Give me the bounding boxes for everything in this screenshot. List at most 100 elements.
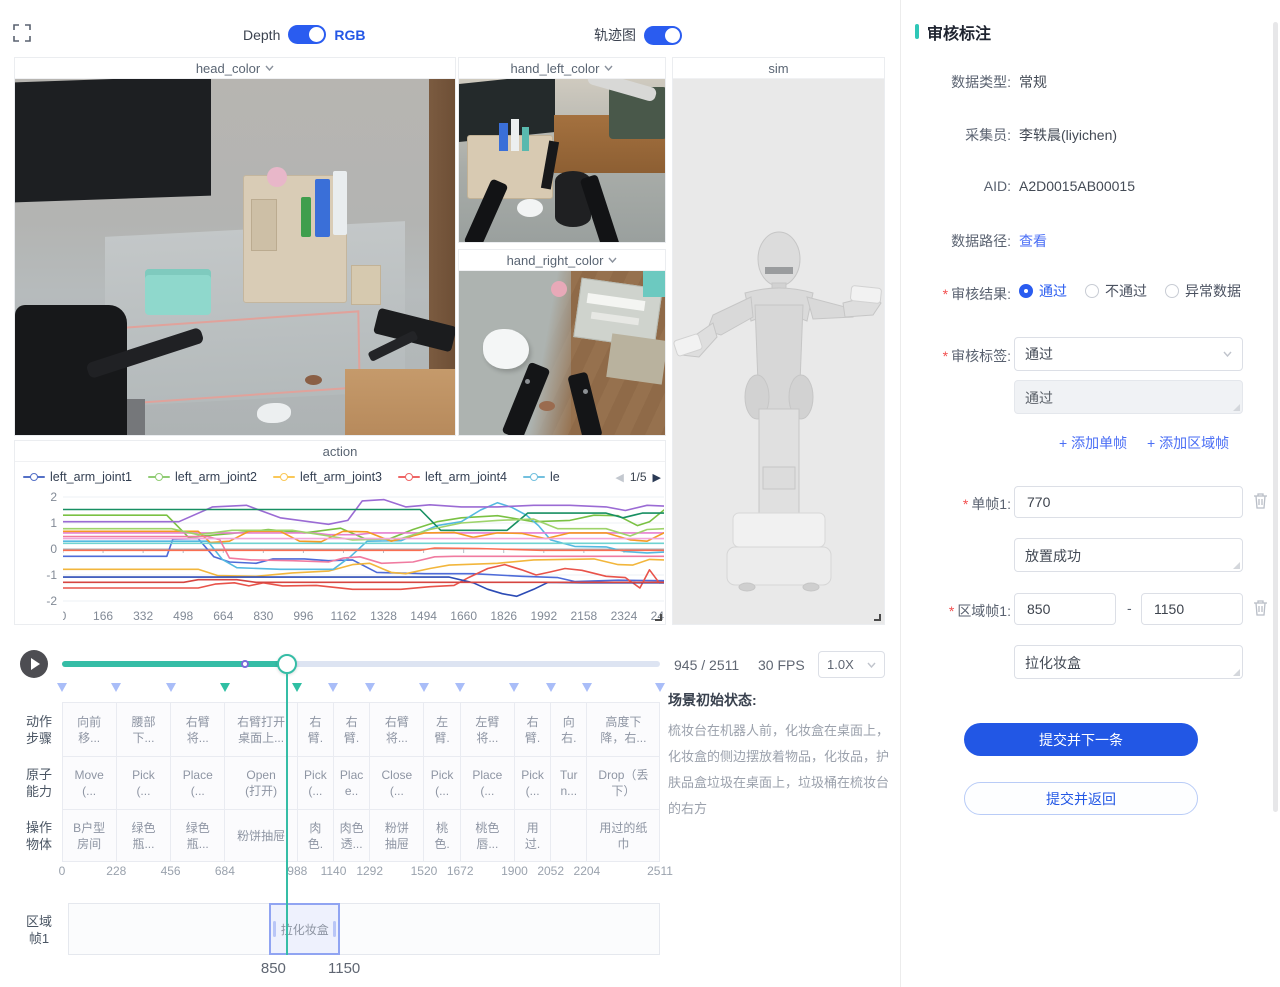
- table-cell[interactable]: Close(...: [369, 756, 424, 810]
- scene-state-body: 梳妆台在机器人前，化妆盒在桌面上，化妆盒的侧边摆放着物品，化妆品，护肤品盒垃圾在…: [668, 718, 892, 822]
- table-cell[interactable]: Pick(...: [297, 756, 334, 810]
- timeline-marker[interactable]: [546, 683, 556, 692]
- legend-next-icon[interactable]: ▶: [653, 471, 661, 484]
- add-single-frame-link[interactable]: + 添加单帧: [1059, 433, 1127, 453]
- timeline-marker[interactable]: [111, 683, 121, 692]
- fullscreen-icon[interactable]: [13, 24, 31, 42]
- y-tick-label: 0: [19, 542, 57, 556]
- sidebar-scrollbar[interactable]: [1273, 22, 1278, 812]
- table-cell[interactable]: 桃色唇...: [460, 809, 515, 862]
- timeline-marker[interactable]: [655, 683, 665, 692]
- table-cell[interactable]: 右臂.: [514, 702, 551, 757]
- legend-item[interactable]: le: [523, 470, 560, 484]
- single-frame-input[interactable]: 770: [1014, 486, 1243, 518]
- region-segment[interactable]: 拉化妆盒: [269, 903, 340, 955]
- resize-handle-icon[interactable]: [874, 614, 881, 621]
- head-camera-title[interactable]: head_color: [15, 58, 455, 79]
- trajectory-toggle[interactable]: [644, 26, 682, 45]
- timeline-marker[interactable]: [292, 683, 302, 692]
- table-cell[interactable]: 用过的纸巾: [586, 809, 660, 862]
- table-cell[interactable]: B户型房间: [62, 809, 117, 862]
- depth-rgb-toggle-group: Depth RGB: [243, 25, 365, 44]
- add-region-frame-link[interactable]: + 添加区域帧: [1147, 433, 1229, 453]
- table-cell[interactable]: 右臂.: [333, 702, 370, 757]
- legend-item[interactable]: left_arm_joint2: [148, 470, 257, 484]
- table-cell[interactable]: 左臂将...: [460, 702, 515, 757]
- delete-single-frame-icon[interactable]: [1253, 492, 1269, 510]
- timeline-marker[interactable]: [166, 683, 176, 692]
- slider-handle[interactable]: [277, 654, 297, 674]
- textarea-resize-icon[interactable]: [1233, 562, 1240, 569]
- table-cell[interactable]: Place..: [333, 756, 370, 810]
- review-tag-note-textarea[interactable]: 通过: [1014, 380, 1243, 414]
- segment-left-handle[interactable]: [273, 921, 276, 937]
- single-frame-note-textarea[interactable]: 放置成功: [1014, 538, 1243, 572]
- table-cell[interactable]: 粉饼抽屉: [369, 809, 424, 862]
- table-cell[interactable]: 肉色.: [297, 809, 334, 862]
- legend-prev-icon[interactable]: ◀: [615, 471, 623, 484]
- legend-item[interactable]: left_arm_joint3: [273, 470, 382, 484]
- required-asterisk: *: [943, 348, 948, 364]
- table-cell[interactable]: Turn...: [550, 756, 587, 810]
- table-cell[interactable]: Pick(...: [423, 756, 460, 810]
- playhead-line[interactable]: [286, 674, 288, 955]
- table-cell[interactable]: 向前移...: [62, 702, 117, 757]
- table-cell[interactable]: 右臂将...: [369, 702, 424, 757]
- timeline-marker[interactable]: [419, 683, 429, 692]
- timeline-marker[interactable]: [455, 683, 465, 692]
- review-result-option[interactable]: 异常数据: [1165, 281, 1241, 301]
- review-result-option[interactable]: 不通过: [1085, 281, 1147, 301]
- x-tick-label: 1660: [450, 609, 477, 623]
- speed-select[interactable]: 1.0X: [818, 651, 885, 678]
- textarea-resize-icon[interactable]: [1233, 669, 1240, 676]
- timeline-marker[interactable]: [582, 683, 592, 692]
- action-chart-plot[interactable]: [63, 489, 664, 609]
- textarea-resize-icon[interactable]: [1233, 404, 1240, 411]
- table-cell[interactable]: 肉色透...: [333, 809, 370, 862]
- delete-region-frame-icon[interactable]: [1253, 599, 1269, 617]
- table-cell[interactable]: Move(...: [62, 756, 117, 810]
- timeline-marker[interactable]: [220, 683, 230, 692]
- hand-left-camera-title[interactable]: hand_left_color: [459, 58, 665, 79]
- timeline-slider[interactable]: [62, 658, 660, 670]
- legend-series-label: left_arm_joint2: [175, 470, 257, 484]
- table-cell[interactable]: 腰部下...: [116, 702, 171, 757]
- segment-right-handle[interactable]: [333, 921, 336, 937]
- table-cell[interactable]: Place(...: [170, 756, 225, 810]
- table-cell[interactable]: 高度下降，右...: [586, 702, 660, 757]
- table-cell[interactable]: Place(...: [460, 756, 515, 810]
- timeline-marker[interactable]: [365, 683, 375, 692]
- table-cell[interactable]: 左臂.: [423, 702, 460, 757]
- review-tag-select[interactable]: 通过: [1014, 337, 1243, 371]
- legend-item[interactable]: left_arm_joint1: [23, 470, 132, 484]
- table-cell[interactable]: Pick(...: [514, 756, 551, 810]
- table-cell[interactable]: 绿色瓶...: [116, 809, 171, 862]
- table-cell[interactable]: 向右.: [550, 702, 587, 757]
- region-track[interactable]: 拉化妆盒: [68, 903, 660, 955]
- review-result-option[interactable]: 通过: [1019, 281, 1067, 301]
- timeline-marker[interactable]: [328, 683, 338, 692]
- depth-rgb-toggle[interactable]: [288, 25, 326, 44]
- timeline-marker[interactable]: [57, 683, 67, 692]
- table-cell[interactable]: 绿色瓶...: [170, 809, 225, 862]
- legend-item[interactable]: left_arm_joint4: [398, 470, 507, 484]
- region-end-input[interactable]: 1150: [1141, 593, 1243, 625]
- play-button[interactable]: [20, 650, 48, 678]
- region-start-input[interactable]: 850: [1014, 593, 1116, 625]
- sim-viewport: [673, 79, 884, 624]
- frame-counter: 945 / 2511: [674, 657, 739, 673]
- table-cell[interactable]: Pick(...: [116, 756, 171, 810]
- table-cell[interactable]: 用过.: [514, 809, 551, 862]
- timeline-marker[interactable]: [509, 683, 519, 692]
- table-cell[interactable]: 右臂.: [297, 702, 334, 757]
- data-path-link[interactable]: 查看: [1019, 231, 1047, 251]
- table-cell[interactable]: 右臂将...: [170, 702, 225, 757]
- table-cell[interactable]: 桃色.: [423, 809, 460, 862]
- submit-return-button[interactable]: 提交并返回: [964, 782, 1198, 815]
- resize-handle-icon[interactable]: [655, 614, 662, 621]
- table-cell[interactable]: Drop（丢下）: [586, 756, 660, 810]
- region-frame-note-textarea[interactable]: 拉化妆盒: [1014, 645, 1243, 679]
- hand-right-camera-title[interactable]: hand_right_color: [459, 250, 665, 271]
- submit-next-button[interactable]: 提交并下一条: [964, 723, 1198, 756]
- table-cell[interactable]: [550, 809, 587, 862]
